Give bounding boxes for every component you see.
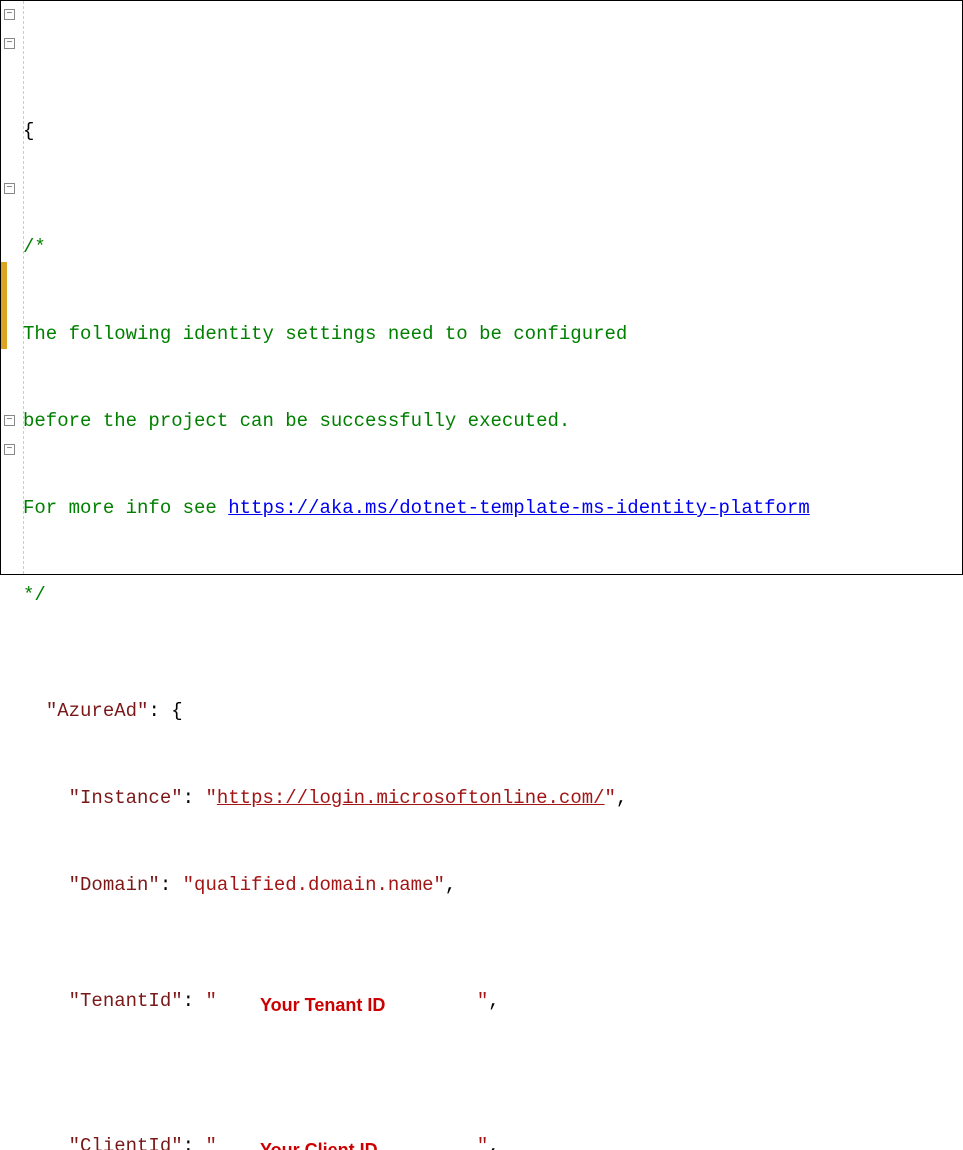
change-marker <box>1 262 7 349</box>
code-area[interactable]: { /* The following identity settings nee… <box>19 1 962 574</box>
doc-link[interactable]: https://aka.ms/dotnet-template-ms-identi… <box>228 497 810 519</box>
client-annotation: Your Client ID <box>260 1136 378 1150</box>
fold-toggle-logging[interactable]: − <box>4 415 15 426</box>
line-comment-open: /* <box>23 233 962 262</box>
line-comment-3: For more info see https://aka.ms/dotnet-… <box>23 494 962 523</box>
code-editor[interactable]: − − − − − { /* The following identity se… <box>1 1 962 574</box>
line-comment-close: */ <box>23 581 962 610</box>
fold-toggle-azuread[interactable]: − <box>4 183 15 194</box>
line-tenant: "TenantId": "", Your Tenant ID <box>23 987 962 1074</box>
line-client: "ClientId": "", Your Client ID <box>23 1132 962 1150</box>
line-azuread: "AzureAd": { <box>23 697 962 726</box>
fold-toggle-root[interactable]: − <box>4 9 15 20</box>
fold-gutter: − − − − − <box>1 1 19 574</box>
line-comment-1: The following identity settings need to … <box>23 320 962 349</box>
line-comment-2: before the project can be successfully e… <box>23 407 962 436</box>
fold-toggle-comment[interactable]: − <box>4 38 15 49</box>
line-brace-open: { <box>23 117 962 146</box>
line-instance: "Instance": "https://login.microsoftonli… <box>23 784 962 813</box>
line-domain: "Domain": "qualified.domain.name", <box>23 871 962 900</box>
tenant-annotation: Your Tenant ID <box>260 991 385 1020</box>
fold-toggle-loglevel[interactable]: − <box>4 444 15 455</box>
instance-link[interactable]: https://login.microsoftonline.com/ <box>217 787 605 809</box>
